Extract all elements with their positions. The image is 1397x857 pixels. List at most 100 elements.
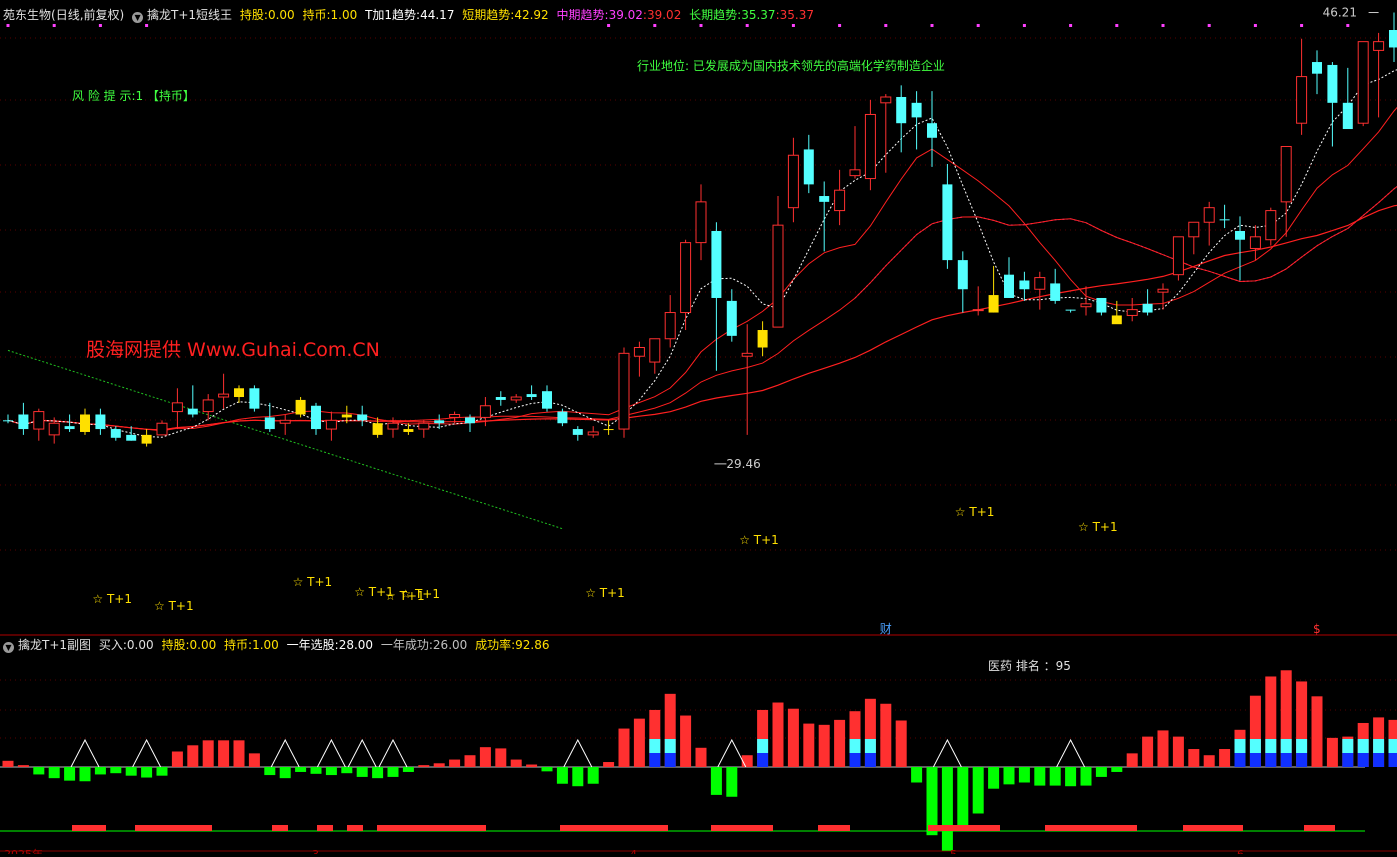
candle-body	[388, 423, 398, 429]
candle-body	[819, 196, 829, 202]
sub-bar-cyan	[850, 739, 861, 753]
candle-body	[419, 423, 429, 429]
sub-bar-blue	[1296, 753, 1307, 767]
sub-coin-label: 持币:	[224, 638, 252, 652]
candle-body	[1281, 147, 1291, 202]
coin-label: 持币:	[302, 8, 330, 22]
sub-bar	[264, 767, 275, 775]
short-trend-label: 短期趋势:	[462, 8, 514, 22]
candle-body	[280, 420, 290, 423]
sub-bar	[572, 767, 583, 786]
sub-bar	[942, 767, 953, 851]
sub-bar	[126, 767, 137, 776]
buy-triangle	[317, 740, 345, 767]
candle-body	[973, 310, 983, 311]
sub-bar	[418, 765, 429, 767]
candle-body	[650, 339, 660, 362]
chevron-down-icon[interactable]: ▼	[132, 12, 143, 23]
success-rate-value: 92.86	[515, 638, 549, 652]
hold-segment	[377, 825, 486, 831]
buy-triangle	[271, 740, 299, 767]
candle-body	[1266, 211, 1276, 240]
sub-bar	[1065, 767, 1076, 786]
sub-bar	[1188, 749, 1199, 767]
candle-body	[311, 406, 321, 429]
candle-body	[95, 414, 105, 429]
long-trend-label: 长期趋势:	[689, 8, 741, 22]
hold-segment	[317, 825, 333, 831]
sub-bar-cyan	[1342, 739, 1353, 753]
indicator-name[interactable]: 擒龙T+1短线王	[147, 8, 232, 22]
candle-body	[804, 149, 814, 184]
signal-dot	[145, 24, 148, 27]
sub-bar-blue	[1389, 753, 1397, 767]
sub-bar	[495, 748, 506, 767]
candle-body	[1004, 275, 1014, 298]
candle-body	[65, 426, 75, 429]
hold-segment	[1183, 825, 1243, 831]
candle-body	[542, 391, 552, 408]
sub-bar	[172, 752, 183, 768]
short-trend-value: 42.92	[514, 8, 548, 22]
candle-body	[773, 225, 783, 327]
sub-bar	[973, 767, 984, 814]
sub-bar	[911, 767, 922, 783]
sub-bar	[711, 767, 722, 795]
sub-bar	[3, 761, 14, 767]
sub-bar-cyan	[1389, 739, 1397, 753]
candle-body	[1158, 289, 1168, 292]
buy-triangle	[1057, 740, 1085, 767]
sub-bar-blue	[757, 753, 768, 767]
chart-mode: (日线,前复权)	[51, 8, 124, 22]
candle-body	[1019, 281, 1029, 290]
candle-body	[188, 409, 198, 415]
sub-bar	[1173, 737, 1184, 767]
candle-body	[450, 414, 460, 417]
sub-bar-cyan	[757, 739, 768, 753]
sub-bar	[880, 704, 891, 767]
hold-segment	[347, 825, 363, 831]
hold-segment	[1304, 825, 1335, 831]
sub-bar	[1019, 767, 1030, 783]
sub-bar	[788, 709, 799, 767]
candle-body	[403, 429, 413, 432]
sub-bar	[1096, 767, 1107, 777]
candle-body	[696, 202, 706, 243]
stock-name[interactable]: 苑东生物	[3, 8, 51, 22]
candle-body	[896, 97, 906, 123]
sub-bar	[927, 767, 938, 835]
candle-body	[465, 417, 475, 423]
sub-bar	[773, 703, 784, 767]
signal-dot	[700, 24, 703, 27]
sub-bar	[557, 767, 568, 784]
signal-dot	[884, 24, 887, 27]
candle-body	[1096, 298, 1106, 313]
candle-body	[326, 420, 336, 429]
t1-marker: ☆ T+1	[955, 505, 995, 519]
candle-body	[1250, 237, 1260, 249]
signal-dot	[1162, 24, 1165, 27]
sub-bar	[249, 753, 260, 767]
chevron-down-icon[interactable]: ▼	[3, 642, 14, 653]
finance-marker: 财	[880, 622, 892, 636]
candle-body	[1343, 103, 1353, 129]
signal-dot	[838, 24, 841, 27]
sub-bar	[18, 765, 29, 767]
candle-body	[1081, 304, 1091, 307]
ma-short-line	[8, 76, 1397, 431]
sub-bar	[1034, 767, 1045, 786]
buy-value: 0.00	[127, 638, 154, 652]
signal-dot	[931, 24, 934, 27]
sub-bar	[95, 767, 106, 774]
success-rate-label: 成功率:	[475, 638, 515, 652]
sub-bar	[1142, 737, 1153, 767]
sub-title[interactable]: 擒龙T+1副图	[18, 638, 91, 652]
sub-bar	[511, 760, 522, 767]
candle-body	[1143, 304, 1153, 313]
candle-body	[126, 435, 136, 441]
year-pick-value: 28.00	[339, 638, 373, 652]
sub-bar	[434, 763, 445, 767]
sub-bar	[341, 767, 352, 773]
candle-body	[881, 97, 891, 103]
sub-bar-blue	[649, 753, 660, 767]
